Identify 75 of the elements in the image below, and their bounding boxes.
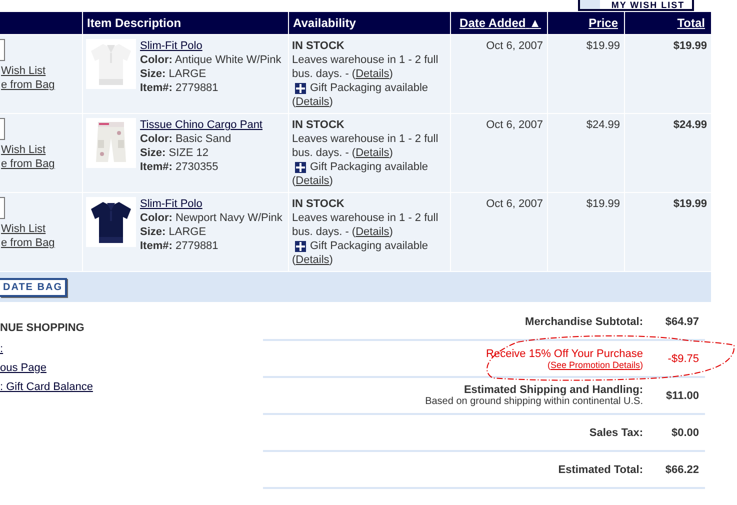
stock-status: IN STOCK [292, 39, 346, 53]
line-total: $19.99 [625, 192, 711, 271]
column-header-link[interactable]: Price [588, 16, 618, 30]
remove-from-bag-link[interactable]: e from Bag [1, 78, 82, 92]
price: $19.99 [548, 192, 624, 271]
column-header-link[interactable]: Date Added ▲ [460, 16, 541, 30]
remove-from-bag-link[interactable]: e from Bag [1, 236, 82, 250]
move-to-wish-list-link[interactable]: Wish List [1, 222, 82, 236]
details-link[interactable]: Details [296, 96, 330, 108]
quantity-field[interactable] [0, 197, 5, 219]
product-detail: Size: LARGE [140, 67, 208, 81]
shopping-link[interactable]: : [0, 340, 263, 359]
summary-amount: $0.00 [670, 426, 699, 438]
date-added: Oct 6, 2007 [451, 192, 547, 271]
stock-status: IN STOCK [292, 197, 346, 211]
summary-label: Estimated Total: [558, 464, 643, 476]
shipping-note: Leaves warehouse in 1 - 2 full bus. days. - (Details) [292, 211, 440, 239]
gift-icon [295, 162, 306, 172]
price: $24.99 [548, 113, 624, 192]
product-detail: Color: Basic Sand [140, 132, 232, 146]
quantity-field[interactable] [0, 39, 5, 61]
shipping-basis-note: Based on ground shipping within continental U.S. [425, 396, 643, 407]
line-total: $19.99 [625, 34, 711, 113]
product-detail: Color: Newport Navy W/Pink [140, 211, 282, 225]
details-link[interactable]: Details [356, 147, 390, 159]
product-name-link[interactable]: Slim-Fit Polo [140, 197, 282, 211]
continue-shopping-heading: NUE SHOPPING [0, 322, 86, 334]
gift-icon [295, 240, 306, 252]
shipping-note: Leaves warehouse in 1 - 2 full bus. days. - (Details) [292, 53, 440, 81]
gift-packaging-text: Gift Packaging available [310, 160, 428, 174]
quantity-field[interactable] [0, 118, 5, 140]
line-total: $24.99 [625, 113, 711, 192]
summary-amount: $64.97 [664, 316, 699, 328]
promotion-text: Receive 15% Off Your Purchase [486, 348, 643, 360]
move-to-wish-list-link[interactable]: Wish List [1, 64, 82, 78]
date-added: Oct 6, 2007 [451, 34, 547, 113]
summary-amount: $11.00 [664, 390, 699, 402]
product-detail: Size: LARGE [140, 225, 208, 239]
column-header-link[interactable]: Total [677, 16, 705, 30]
product-detail: Item#: 2779881 [140, 239, 220, 253]
details-link[interactable]: Details [356, 226, 390, 238]
promotion-details-link[interactable]: See Promotion Details [550, 360, 640, 370]
details-link[interactable]: Details [296, 175, 330, 187]
update-bag-button[interactable]: DATE BAG [0, 278, 68, 296]
summary-amount: $66.22 [664, 464, 699, 476]
promotion-details-text: (See Promotion Details) [546, 360, 643, 370]
gift-icon [295, 82, 306, 94]
summary-label: Merchandise Subtotal: [525, 316, 643, 328]
product-detail: Item#: 2730355 [140, 160, 220, 174]
move-to-wish-list-link[interactable]: Wish List [1, 143, 82, 157]
gift-details-text: (Details) [292, 253, 334, 267]
stock-status: IN STOCK [292, 118, 346, 132]
product-detail: Item#: 2779881 [140, 81, 220, 95]
gift-details-text: (Details) [292, 174, 334, 188]
details-link[interactable]: Details [296, 254, 330, 266]
details-link[interactable]: Details [356, 68, 390, 80]
product-name-link[interactable]: Slim-Fit Polo [140, 39, 282, 53]
shipping-note: Leaves warehouse in 1 - 2 full bus. days. - (Details) [292, 132, 440, 160]
product-name-link[interactable]: Tissue Chino Cargo Pant [140, 118, 262, 132]
product-detail: Color: Antique White W/Pink [140, 53, 282, 67]
gift-details-text: (Details) [292, 95, 334, 109]
summary-label: Sales Tax: [589, 426, 643, 438]
gift-packaging-text: Gift Packaging available [310, 81, 428, 95]
wish-list-button[interactable]: MY WISH LIST [578, 0, 694, 11]
summary-amount: -$9.75 [666, 352, 699, 364]
shopping-link[interactable]: ous Page [0, 359, 263, 378]
gift-packaging-text: Gift Packaging available [310, 239, 428, 253]
column-header: Availability [289, 12, 450, 34]
price: $19.99 [548, 34, 624, 113]
date-added: Oct 6, 2007 [451, 113, 547, 192]
remove-from-bag-link[interactable]: e from Bag [1, 157, 82, 171]
column-header: Item Description [83, 12, 288, 34]
summary-label: Estimated Shipping and Handling: [462, 384, 643, 396]
shopping-link[interactable]: : Gift Card Balance [0, 378, 263, 397]
product-detail: Size: SIZE 12 [140, 146, 210, 160]
